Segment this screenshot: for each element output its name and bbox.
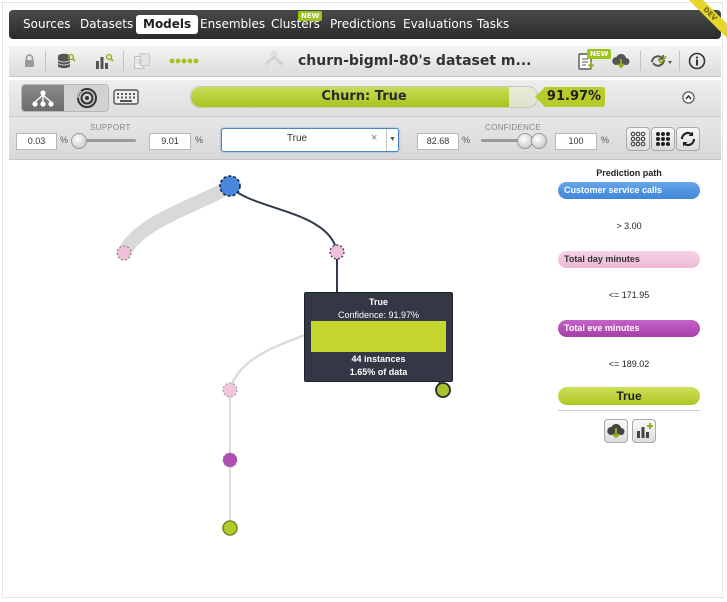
tree-node-leaf-selected[interactable] (435, 382, 451, 398)
cloud-download-icon (607, 423, 625, 439)
tree-node[interactable] (222, 382, 238, 398)
path-step-field: Total day minutes (558, 251, 700, 268)
tree-node[interactable] (222, 452, 238, 468)
chart-add-icon (637, 423, 653, 438)
prediction-result: True (558, 387, 700, 405)
tree-branch-wide (117, 179, 237, 260)
prediction-path-title: Prediction path (596, 168, 662, 178)
tooltip-title: True (368, 297, 388, 307)
path-step-field: Customer service calls (558, 182, 700, 199)
tooltip-instances: 44 instances (351, 354, 406, 364)
path-step-condition: <= 171.95 (608, 290, 650, 300)
tree-node-root[interactable] (219, 175, 241, 197)
tree-node[interactable] (329, 244, 345, 260)
divider (558, 410, 700, 411)
node-tooltip: True Confidence: 91.97% 44 instances 1.6… (304, 292, 453, 382)
tooltip-class-bar (311, 321, 446, 352)
path-step-condition: > 3.00 (616, 221, 642, 231)
tree-node-leaf[interactable] (222, 520, 238, 536)
download-prediction-button[interactable] (604, 419, 628, 443)
path-step-field: Total eve minutes (558, 320, 700, 337)
tooltip-percent-data: 1.65% of data (349, 367, 408, 377)
add-chart-button[interactable] (632, 419, 656, 443)
tree-node[interactable] (116, 245, 132, 261)
tooltip-confidence: Confidence: 91.97% (337, 310, 420, 320)
path-step-condition: <= 189.02 (608, 359, 650, 369)
tree-branch-path (229, 185, 338, 253)
